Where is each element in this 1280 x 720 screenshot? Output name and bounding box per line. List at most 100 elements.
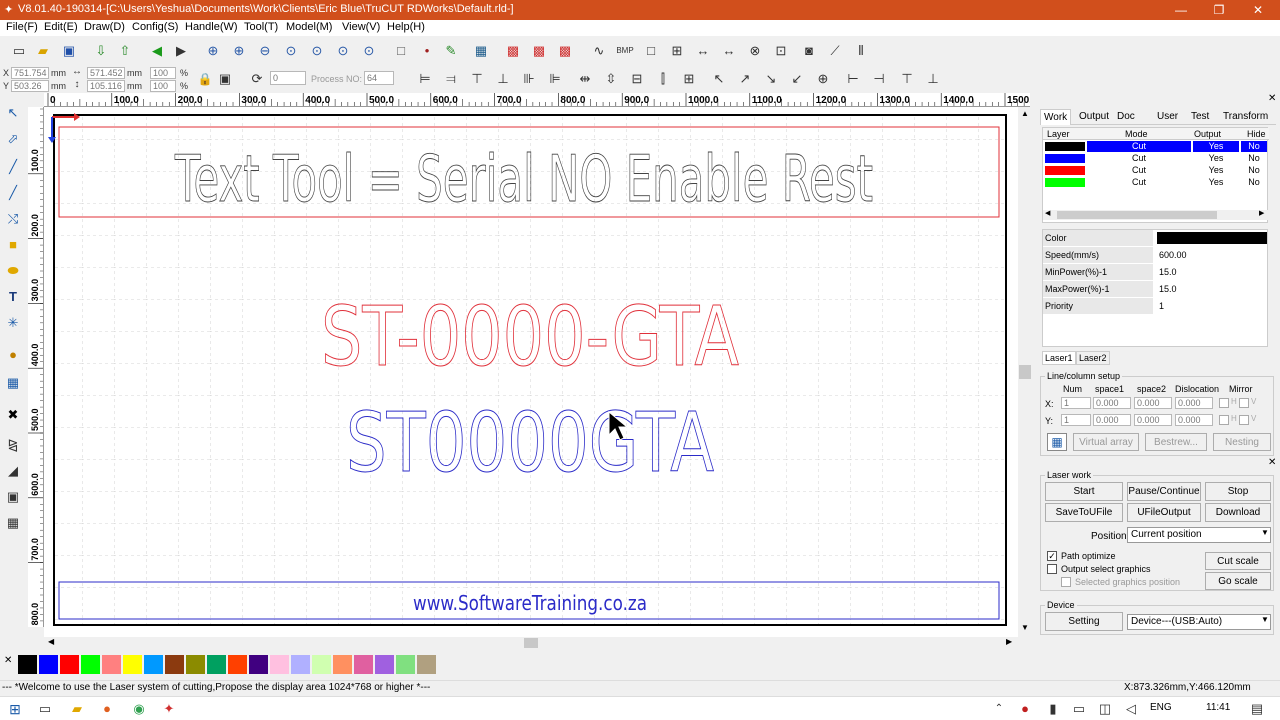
align-bottom-icon[interactable]: ⊥ [494,70,512,88]
pen-icon[interactable]: ✎ [442,42,460,60]
rotate-field[interactable]: 0 [270,71,306,85]
chrome-icon[interactable]: ◉ [130,700,148,718]
menu-edit[interactable]: Edit(E) [44,21,78,33]
palette-swatch[interactable] [39,655,58,674]
notification-icon[interactable]: ▤ [1248,700,1266,718]
chevron-down-icon[interactable]: ▼ [1261,528,1269,537]
chevron-down-icon[interactable]: ▼ [1261,615,1269,624]
network-icon[interactable]: ◫ [1096,700,1114,718]
rotate-icon[interactable]: ⟳ [248,70,266,88]
image-tool-icon[interactable]: ▣ [4,488,22,506]
tab-work[interactable]: Work [1040,109,1072,125]
param-value[interactable]: 600.00 [1157,247,1267,263]
delete-tool-icon[interactable]: ✖ [4,406,22,424]
tab-output[interactable]: Output [1076,109,1112,124]
language-indicator[interactable]: ENG [1150,702,1172,713]
palette-swatch[interactable] [228,655,247,674]
measure-h-icon[interactable]: ↔ [694,42,712,60]
chevron-up-icon[interactable]: ⌃ [990,700,1008,718]
layer-row[interactable]: Cut Yes No [1043,153,1269,164]
open-folder-icon[interactable]: ▰ [34,42,52,60]
menu-config[interactable]: Config(S) [132,21,178,33]
layer-mode-cell[interactable]: Cut [1087,141,1191,152]
grid-tool-icon[interactable]: ▦ [4,374,22,392]
windows-start-icon[interactable]: ⊞ [6,700,24,718]
mirror-x-h-checkbox[interactable] [1219,398,1229,408]
tray-app-icon[interactable]: ● [1016,700,1034,718]
download-button[interactable]: Download [1205,503,1271,522]
palette-swatch[interactable] [396,655,415,674]
ellipse-tool-icon[interactable]: ⬬ [4,262,22,280]
scroll-right-icon[interactable]: ▶ [1006,637,1012,646]
line-icon[interactable]: ╱ [4,158,22,176]
save-icon[interactable]: ▣ [60,42,78,60]
palette-swatch[interactable] [207,655,226,674]
layer-mode-cell[interactable]: Cut [1087,177,1191,188]
align-left-icon[interactable]: ⊨ [416,70,434,88]
maximize-button[interactable]: ❐ [1201,0,1237,20]
zoom-window-icon[interactable]: ⊙ [360,42,378,60]
monitor-icon[interactable]: ▦ [472,42,490,60]
split-icon[interactable]: ⫴ [852,42,870,60]
palette-swatch[interactable] [417,655,436,674]
rect-icon[interactable]: □ [642,42,660,60]
redo-icon[interactable]: ▶ [172,42,190,60]
palette-swatch[interactable] [123,655,142,674]
select-arrow-icon[interactable]: ↖ [4,104,22,122]
output-select-checkbox[interactable] [1047,564,1057,574]
move-bottom-left-icon[interactable]: ↙ [788,70,806,88]
menu-file[interactable]: File(F) [6,21,38,33]
mirror-y-v-checkbox[interactable] [1239,415,1249,425]
layer-row[interactable]: Cut Yes No [1043,165,1269,176]
scroll-thumb-h[interactable] [524,638,538,648]
weld-icon[interactable]: ⊗ [746,42,764,60]
linecol-x-space2[interactable]: 0.000 [1134,397,1172,409]
layer-mode-cell[interactable]: Cut [1087,153,1191,164]
move-bottom-right-icon[interactable]: ↘ [762,70,780,88]
node-icon[interactable]: • [418,42,436,60]
title-text[interactable]: Text Tool = Serial NO Enable Rest [174,143,874,218]
measure-w-icon[interactable]: ↔ [720,42,738,60]
tab-laser1[interactable]: Laser1 [1042,351,1076,365]
layer-mode-cell[interactable]: Cut [1087,165,1191,176]
menu-tool[interactable]: Tool(T) [244,21,278,33]
serial-plain-text[interactable]: ST0000GTA [346,396,715,492]
undo-icon[interactable]: ◀ [148,42,166,60]
group-icon[interactable]: ⊞ [668,42,686,60]
selected-pos-checkbox[interactable] [1061,577,1071,587]
align-center-v-icon[interactable]: ⊪ [520,70,538,88]
laser-pen-icon[interactable]: ⟋ [826,42,844,60]
palette-swatch[interactable] [165,655,184,674]
height-field[interactable]: 105.116 [87,80,125,92]
scroll-up-icon[interactable]: ▲ [1021,109,1029,118]
export-icon[interactable]: ⇧ [116,42,134,60]
start-button[interactable]: Start [1045,482,1123,501]
menu-handle[interactable]: Handle(W) [185,21,238,33]
mirror-y-h-checkbox[interactable] [1219,415,1229,425]
tab-test[interactable]: Test [1188,109,1212,124]
scroll-thumb-v[interactable] [1019,365,1031,379]
palette-swatch[interactable] [18,655,37,674]
laserwork-close-icon[interactable]: ✕ [1268,457,1276,468]
minimize-button[interactable]: — [1163,0,1199,20]
linecol-y-space1[interactable]: 0.000 [1093,414,1131,426]
zoom-in-icon[interactable]: ⊕ [204,42,222,60]
layer-output-cell[interactable]: Yes [1193,165,1239,176]
menu-model[interactable]: Model(M) [286,21,332,33]
panel-close-icon[interactable]: ✕ [1268,93,1276,104]
curve-tool-icon[interactable]: ⤭ [4,210,22,228]
layer-hide-cell[interactable]: No [1241,177,1267,188]
linecol-y-space2[interactable]: 0.000 [1134,414,1172,426]
no-color-icon[interactable]: ✕ [4,655,12,666]
width-field[interactable]: 571.452 [87,67,125,79]
firefox-icon[interactable]: ● [98,700,116,718]
file-explorer-icon[interactable]: ▰ [68,700,86,718]
pause-continue-button[interactable]: Pause/Continue [1127,482,1201,501]
pencil-tool-icon[interactable]: ● [4,346,22,364]
offset-icon[interactable]: ⊡ [772,42,790,60]
array-tool-icon[interactable]: ▦ [4,514,22,532]
volume-icon[interactable]: ◁ [1122,700,1140,718]
mirror-icon[interactable]: ▣ [216,70,234,88]
align-top-icon[interactable]: ⊤ [468,70,486,88]
linecol-y-num[interactable]: 1 [1061,414,1091,426]
